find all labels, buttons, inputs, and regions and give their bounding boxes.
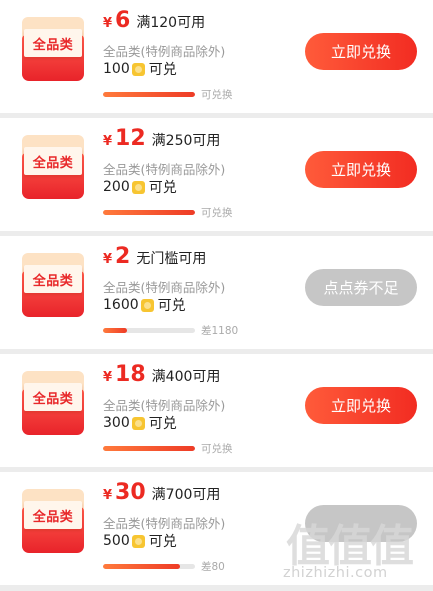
currency-symbol: ¥ [103,488,113,503]
coupon-envelope-icon: 全品类 [22,371,84,435]
coin-icon [140,298,154,312]
coupon-amount: 12 [115,126,146,151]
coupon-condition: 满250可用 [151,133,221,149]
coupon-card: 全品类 ¥ 12 满250可用 全品类(特例商品除外) 200 可兑 可兑换 立… [0,118,433,231]
badge-label: 全品类 [32,155,74,171]
coupon-scope: 全品类(特例商品除外) [103,162,226,177]
points-amount: 300 [103,415,130,431]
coupon-card: 全品类 ¥ 18 满400可用 全品类(特例商品除外) 300 可兑 可兑换 立… [0,354,433,467]
coupon-envelope-icon: 全品类 [22,253,84,317]
coupon-condition: 满120可用 [136,15,206,31]
badge-label: 全品类 [32,37,74,53]
coupon-scope: 全品类(特例商品除外) [103,516,226,531]
cost-suffix: 可兑 [148,534,177,550]
points-amount: 200 [103,179,130,195]
coupon-amount: 2 [115,244,131,269]
progress-fill [103,92,195,97]
coupon-envelope-icon: 全品类 [22,489,84,553]
progress-fill [103,564,181,569]
coupon-condition: 满700可用 [151,487,221,503]
coupon-headline: ¥ 2 无门槛可用 [103,244,206,274]
coupon-headline: ¥ 30 满700可用 [103,480,220,510]
progress-bar [103,446,195,451]
badge-label: 全品类 [32,391,74,407]
progress-label: 可兑换 [201,443,233,455]
progress-label: 差80 [201,561,225,573]
coupon-condition: 无门槛可用 [136,251,207,267]
coin-icon [131,534,145,548]
cost-suffix: 可兑 [148,416,177,432]
points-cost: 500 可兑 [103,531,177,551]
cost-suffix: 可兑 [148,180,177,196]
currency-symbol: ¥ [103,16,113,31]
redeem-button[interactable]: 立即兑换 [305,33,417,70]
redeem-button[interactable]: 点点券不足 [305,269,417,306]
progress-label: 可兑换 [201,207,233,219]
cost-suffix: 可兑 [157,298,186,314]
badge-label: 全品类 [32,273,74,289]
coupon-headline: ¥ 12 满250可用 [103,126,220,156]
progress-bar [103,564,195,569]
progress-label: 差1180 [201,325,239,337]
currency-symbol: ¥ [103,252,113,267]
redeem-button[interactable]: 立即兑换 [305,151,417,188]
progress-label: 可兑换 [201,89,233,101]
points-cost: 200 可兑 [103,177,177,197]
coupon-envelope-icon: 全品类 [22,135,84,199]
progress-fill [103,210,195,215]
badge-label: 全品类 [32,509,74,525]
coupon-amount: 6 [115,8,131,33]
coin-icon [131,416,145,430]
coupon-card: 全品类 ¥ 6 满120可用 全品类(特例商品除外) 100 可兑 可兑换 立即… [0,0,433,113]
currency-symbol: ¥ [103,134,113,149]
points-cost: 300 可兑 [103,413,177,433]
coupon-amount: 30 [115,480,146,505]
coupon-card: 全品类 ¥ 30 满700可用 全品类(特例商品除外) 500 可兑 差80 [0,472,433,585]
coupon-envelope-icon: 全品类 [22,17,84,81]
redeem-button[interactable]: 立即兑换 [305,387,417,424]
coupon-headline: ¥ 6 满120可用 [103,8,205,38]
points-amount: 1600 [103,297,139,313]
coupon-card: 全品类 ¥ 2 无门槛可用 全品类(特例商品除外) 1600 可兑 差1180 … [0,236,433,349]
currency-symbol: ¥ [103,370,113,385]
points-amount: 100 [103,61,130,77]
coupon-scope: 全品类(特例商品除外) [103,398,226,413]
progress-bar [103,92,195,97]
progress-fill [103,328,127,333]
points-amount: 500 [103,533,130,549]
coupon-scope: 全品类(特例商品除外) [103,280,226,295]
progress-bar [103,210,195,215]
points-cost: 1600 可兑 [103,295,186,315]
coupon-amount: 18 [115,362,146,387]
points-cost: 100 可兑 [103,59,177,79]
coin-icon [131,180,145,194]
progress-bar [103,328,195,333]
coupon-headline: ¥ 18 满400可用 [103,362,220,392]
redeem-button[interactable] [305,505,417,542]
coin-icon [131,62,145,76]
coupon-condition: 满400可用 [151,369,221,385]
coupon-scope: 全品类(特例商品除外) [103,44,226,59]
progress-fill [103,446,195,451]
cost-suffix: 可兑 [148,62,177,78]
